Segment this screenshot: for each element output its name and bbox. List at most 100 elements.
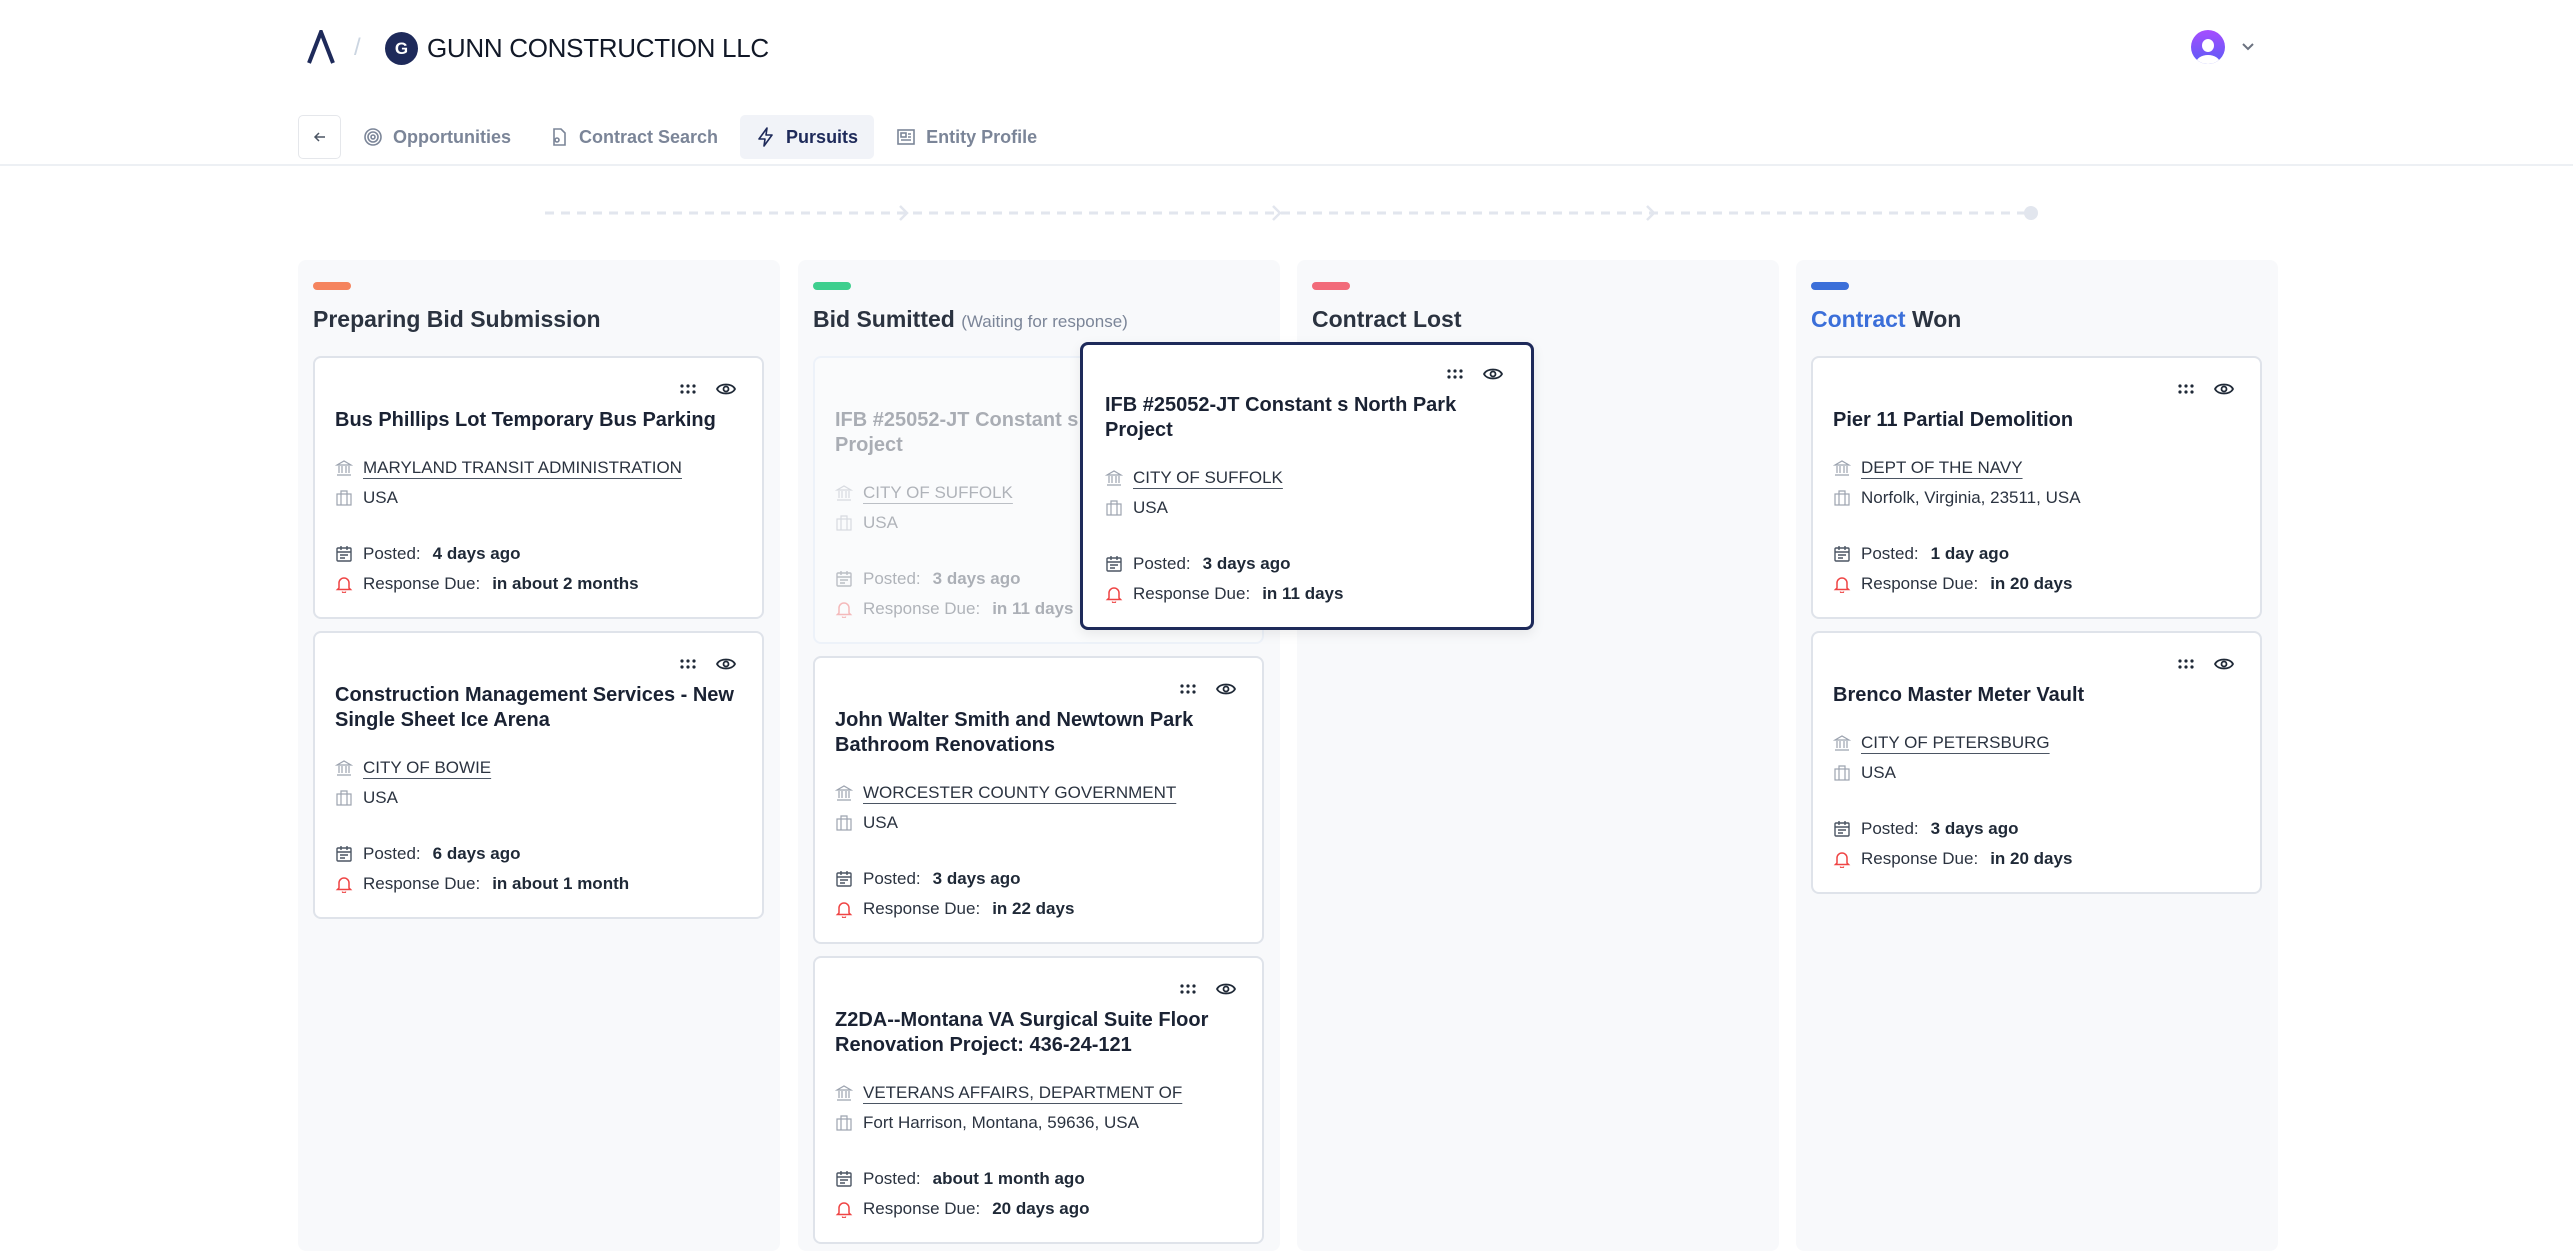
back-button[interactable] (298, 115, 341, 159)
card-title[interactable]: Z2DA--Montana VA Surgical Suite Floor Re… (835, 1008, 1242, 1058)
location-icon (1834, 765, 1850, 781)
drag-handle-icon[interactable] (680, 384, 696, 394)
posted-value: 3 days ago (1930, 819, 2019, 838)
posted-value: 3 days ago (932, 569, 1021, 588)
pursuit-card[interactable]: Bus Phillips Lot Temporary Bus Parking M… (313, 356, 764, 619)
tab-entity-profile[interactable]: Entity Profile (880, 115, 1053, 159)
eye-icon[interactable] (716, 381, 736, 397)
posted-label: Posted: (1133, 554, 1191, 573)
column-title-text: Preparing Bid Submission (313, 306, 601, 332)
location: Norfolk, Virginia, 23511, USA (1861, 488, 2081, 507)
posted-label: Posted: (1861, 819, 1919, 838)
eye-icon[interactable] (2214, 656, 2234, 672)
drag-handle-icon[interactable] (1180, 984, 1196, 994)
eye-icon[interactable] (1483, 366, 1503, 382)
app-logo[interactable] (306, 30, 336, 64)
agency-link[interactable]: CITY OF SUFFOLK (1133, 468, 1283, 488)
card-title[interactable]: Pier 11 Partial Demolition (1833, 408, 2240, 433)
drag-handle-icon[interactable] (1180, 684, 1196, 694)
tab-opportunities[interactable]: Opportunities (347, 115, 527, 159)
eye-icon[interactable] (1216, 981, 1236, 997)
location: USA (1861, 763, 1896, 782)
chevron-down-icon[interactable] (2240, 38, 2256, 54)
calendar-icon (836, 871, 852, 887)
tab-contract-search[interactable]: Contract Search (533, 115, 734, 159)
drag-handle-icon[interactable] (2178, 659, 2194, 669)
pursuit-card[interactable]: Pier 11 Partial Demolition DEPT OF THE N… (1811, 356, 2262, 619)
bell-icon (835, 902, 853, 918)
org-name[interactable]: GUNN CONSTRUCTION LLC (427, 33, 769, 64)
location: USA (863, 513, 898, 532)
agency-link[interactable]: CITY OF PETERSBURG (1861, 733, 2050, 753)
location: USA (363, 788, 398, 807)
agency-link[interactable]: MARYLAND TRANSIT ADMINISTRATION (363, 458, 682, 478)
org-avatar: G (385, 32, 418, 65)
agency-link[interactable]: WORCESTER COUNTY GOVERNMENT (863, 783, 1176, 803)
bell-icon (1833, 577, 1851, 593)
bank-icon (835, 785, 853, 801)
card-list: Bus Phillips Lot Temporary Bus Parking M… (313, 356, 764, 919)
bell-icon (335, 877, 353, 893)
user-avatar[interactable] (2191, 30, 2225, 64)
card-title[interactable]: Construction Management Services - New S… (335, 683, 742, 733)
bell-icon (835, 602, 853, 618)
column-subtitle: (Waiting for response) (961, 312, 1128, 331)
column-title-text: Bid Sumitted (813, 306, 955, 332)
due-value: in 20 days (1990, 574, 2073, 593)
card-title[interactable]: IFB #25052-JT Constant s North Park Proj… (1105, 393, 1509, 443)
location-icon (1834, 490, 1850, 506)
agency-link[interactable]: VETERANS AFFAIRS, DEPARTMENT OF (863, 1083, 1182, 1103)
location-icon (836, 815, 852, 831)
column-color-bar (1811, 282, 1849, 290)
pursuit-card[interactable]: Construction Management Services - New S… (313, 631, 764, 919)
pursuit-card[interactable]: Z2DA--Montana VA Surgical Suite Floor Re… (813, 956, 1264, 1244)
eye-icon[interactable] (2214, 381, 2234, 397)
agency-link[interactable]: CITY OF SUFFOLK (863, 483, 1013, 503)
card-title[interactable]: John Walter Smith and Newtown Park Bathr… (835, 708, 1242, 758)
location-icon (836, 515, 852, 531)
agency-link[interactable]: CITY OF BOWIE (363, 758, 491, 778)
drag-handle-icon[interactable] (2178, 384, 2194, 394)
due-value: in 11 days (992, 599, 1074, 618)
pursuit-card[interactable]: Brenco Master Meter Vault CITY OF PETERS… (1811, 631, 2262, 894)
eye-icon[interactable] (1216, 681, 1236, 697)
pipeline-progress (545, 205, 2038, 221)
posted-label: Posted: (363, 544, 421, 563)
due-label: Response Due: (1861, 849, 1979, 868)
due-value: in 20 days (1990, 849, 2073, 868)
column-title: Contract Won (1811, 306, 1961, 333)
due-label: Response Due: (363, 874, 481, 893)
location-icon (336, 790, 352, 806)
pursuit-card[interactable]: IFB #25052-JT Constant s North Park Proj… (1080, 342, 1534, 630)
tab-label: Contract Search (579, 126, 719, 147)
drag-handle-icon[interactable] (1447, 369, 1463, 379)
lightning-icon (758, 127, 773, 147)
due-label: Response Due: (363, 574, 481, 593)
breadcrumb-separator: / (354, 34, 361, 61)
eye-icon[interactable] (716, 656, 736, 672)
posted-value: 3 days ago (1202, 554, 1291, 573)
calendar-icon (336, 846, 352, 862)
location: USA (1133, 498, 1168, 517)
bell-icon (1105, 587, 1123, 603)
bank-icon (835, 1085, 853, 1101)
column-title: Bid Sumitted (Waiting for response) (813, 306, 1128, 333)
due-label: Response Due: (863, 599, 981, 618)
column-0: Preparing Bid Submission Bus Phillips Lo… (298, 260, 780, 1251)
column-3: Contract Won Pier 11 Partial Demolition … (1796, 260, 2278, 1251)
file-search-icon (553, 128, 566, 146)
calendar-icon (336, 546, 352, 562)
card-title[interactable]: Brenco Master Meter Vault (1833, 683, 2240, 708)
tab-pursuits[interactable]: Pursuits (740, 115, 875, 159)
location-icon (1106, 500, 1122, 516)
location: USA (363, 488, 398, 507)
agency-link[interactable]: DEPT OF THE NAVY (1861, 458, 2023, 478)
pursuit-card[interactable]: John Walter Smith and Newtown Park Bathr… (813, 656, 1264, 944)
drag-handle-icon[interactable] (680, 659, 696, 669)
due-label: Response Due: (1133, 584, 1251, 603)
bank-icon (835, 485, 853, 501)
posted-value: 3 days ago (932, 869, 1021, 888)
column-title-text: Contract Lost (1312, 306, 1462, 332)
due-label: Response Due: (863, 899, 981, 918)
card-title[interactable]: Bus Phillips Lot Temporary Bus Parking (335, 408, 742, 433)
